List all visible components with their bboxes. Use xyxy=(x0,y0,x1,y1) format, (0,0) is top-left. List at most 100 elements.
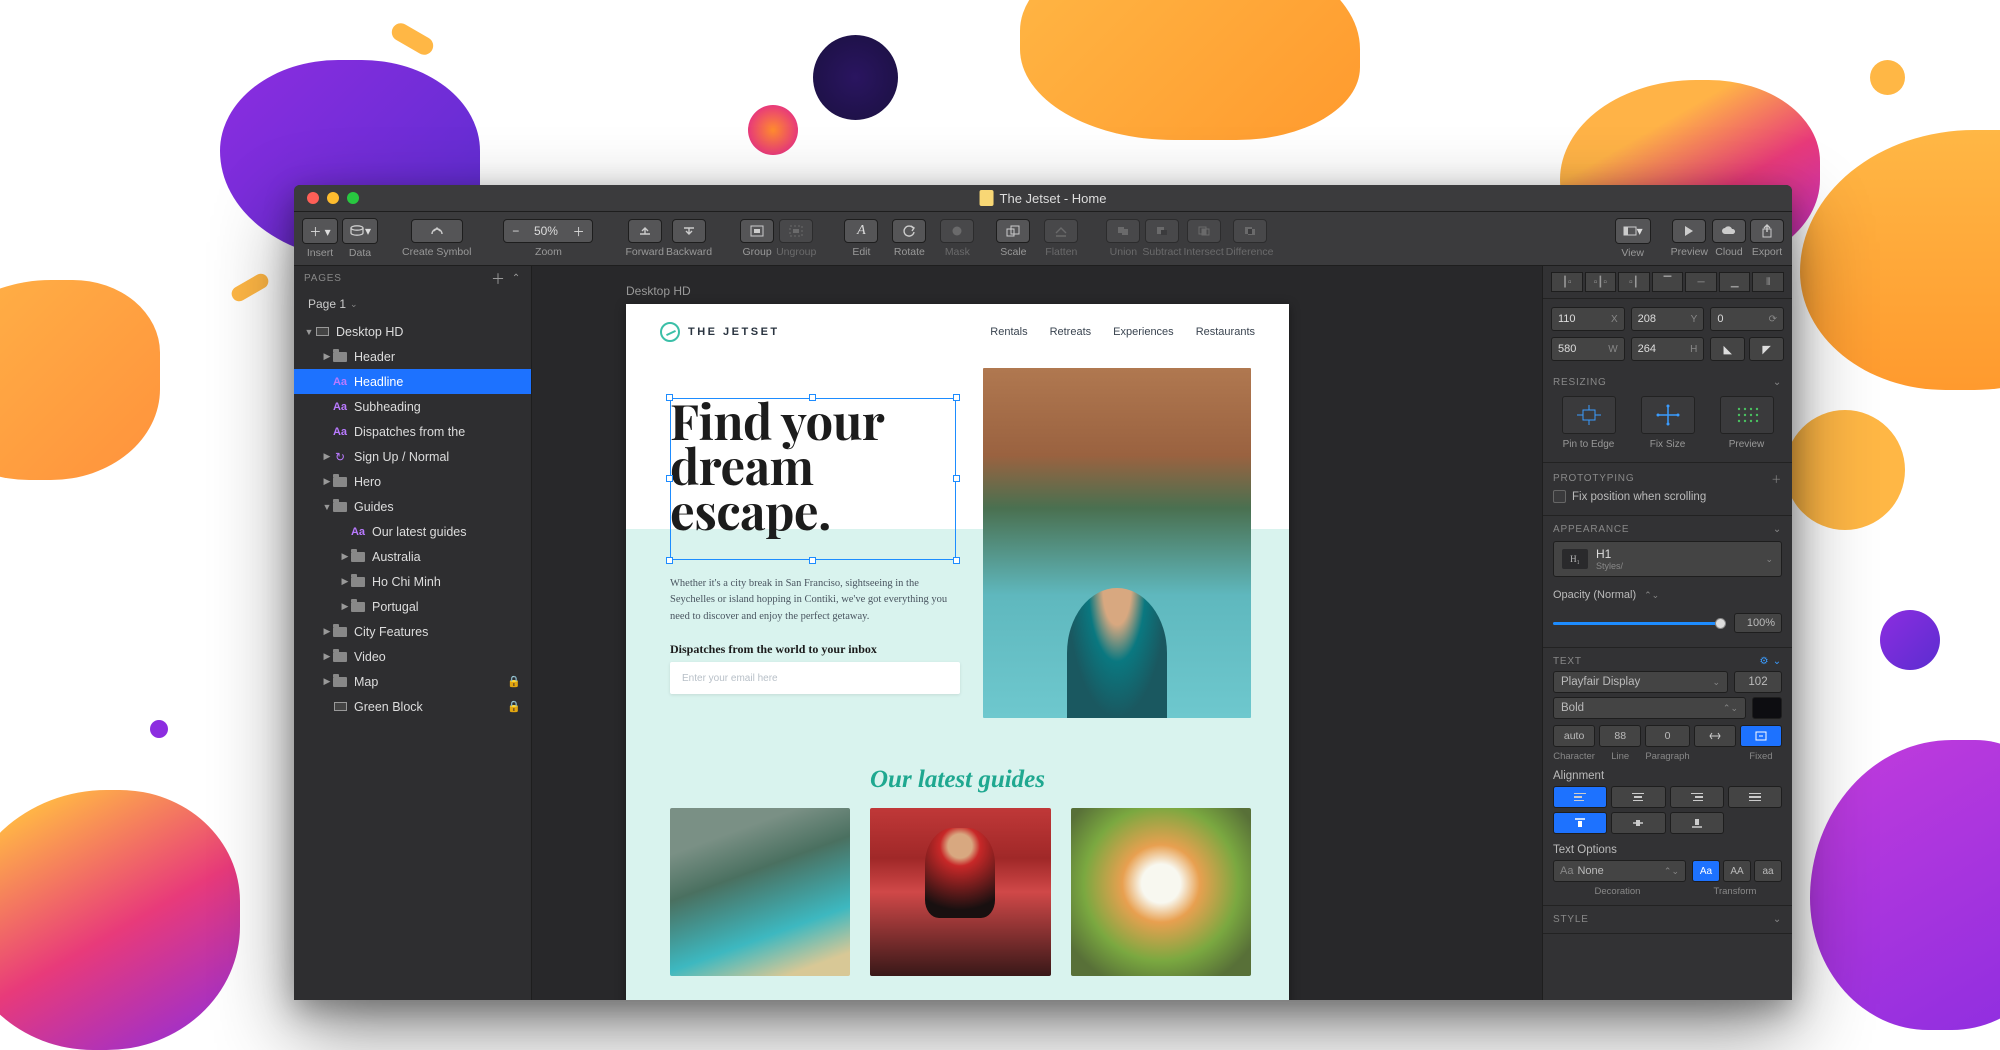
align-right-button[interactable]: ▫┃ xyxy=(1618,272,1650,292)
flatten-button[interactable] xyxy=(1044,219,1078,243)
zoom-control[interactable]: − 50% ＋ xyxy=(503,219,593,243)
forward-button[interactable] xyxy=(628,219,662,243)
scale-button[interactable] xyxy=(996,219,1030,243)
group-button[interactable] xyxy=(740,219,774,243)
chevron-down-icon[interactable]: ⌄ xyxy=(1773,377,1782,388)
lock-icon[interactable]: 🔒 xyxy=(507,675,521,688)
transform-none-button[interactable]: Aa xyxy=(1692,860,1720,882)
resize-handle[interactable] xyxy=(666,557,673,564)
chevron-down-icon[interactable]: ⌄ xyxy=(1773,914,1782,925)
layer-row[interactable]: ▶Australia xyxy=(294,544,531,569)
titlebar[interactable]: The Jetset - Home xyxy=(294,185,1792,212)
text-align-left-button[interactable] xyxy=(1553,786,1607,808)
resize-handle[interactable] xyxy=(809,557,816,564)
page-selector[interactable]: Page 1 ⌄ xyxy=(294,291,531,317)
resize-handle[interactable] xyxy=(953,394,960,401)
decoration-selector[interactable]: AaNone⌃⌄ xyxy=(1553,860,1686,882)
minimize-window-button[interactable] xyxy=(327,192,339,204)
mask-button[interactable] xyxy=(940,219,974,243)
text-align-right-button[interactable] xyxy=(1670,786,1724,808)
height-input[interactable]: 264H xyxy=(1631,337,1705,361)
layer-row[interactable]: ▶Header xyxy=(294,344,531,369)
layer-row[interactable]: Green Block🔒 xyxy=(294,694,531,719)
align-center-h-button[interactable]: ▫┃▫ xyxy=(1585,272,1617,292)
fix-position-checkbox[interactable]: Fix position when scrolling xyxy=(1553,486,1782,507)
distribute-button[interactable]: ⫴ xyxy=(1752,272,1784,292)
add-page-button[interactable]: ＋ xyxy=(491,269,506,289)
artboard-label[interactable]: Desktop HD xyxy=(626,284,691,298)
subtract-button[interactable] xyxy=(1145,219,1179,243)
preview-button[interactable] xyxy=(1672,219,1706,243)
align-bottom-button[interactable]: ▁ xyxy=(1719,272,1751,292)
align-left-button[interactable]: ┃▫ xyxy=(1551,272,1583,292)
union-button[interactable] xyxy=(1106,219,1140,243)
width-input[interactable]: 580W xyxy=(1551,337,1625,361)
transform-upper-button[interactable]: AA xyxy=(1723,860,1751,882)
intersect-button[interactable] xyxy=(1187,219,1221,243)
font-family-selector[interactable]: Playfair Display⌄ xyxy=(1553,671,1728,693)
rotate-button[interactable] xyxy=(892,219,926,243)
font-weight-selector[interactable]: Bold⌃⌄ xyxy=(1553,697,1746,719)
layer-row[interactable]: ▼Desktop HD xyxy=(294,319,531,344)
character-spacing-input[interactable]: auto xyxy=(1553,725,1595,747)
chevron-down-icon[interactable]: ⌄ xyxy=(1773,524,1782,535)
pin-to-edge-button[interactable]: Pin to Edge xyxy=(1553,396,1624,450)
backward-button[interactable] xyxy=(672,219,706,243)
line-height-input[interactable]: 88 xyxy=(1599,725,1641,747)
fix-size-button[interactable]: Fix Size xyxy=(1632,396,1703,450)
gear-icon[interactable]: ⚙ ⌄ xyxy=(1759,656,1782,667)
resize-handle[interactable] xyxy=(809,394,816,401)
layer-row[interactable]: AaHeadline xyxy=(294,369,531,394)
layer-row[interactable]: AaDispatches from the xyxy=(294,419,531,444)
layer-row[interactable]: AaOur latest guides xyxy=(294,519,531,544)
text-style-selector[interactable]: H₁ H1Styles/ ⌄ xyxy=(1553,541,1782,577)
layer-row[interactable]: AaSubheading xyxy=(294,394,531,419)
text-valign-middle-button[interactable] xyxy=(1611,812,1665,834)
layer-row[interactable]: ▶Map🔒 xyxy=(294,669,531,694)
artboard[interactable]: THE JETSET Rentals Retreats Experiences … xyxy=(626,304,1289,1000)
layer-row[interactable]: ▼Guides xyxy=(294,494,531,519)
flip-h-button[interactable]: ◣ xyxy=(1710,337,1745,361)
add-icon[interactable]: ＋ xyxy=(1771,471,1782,486)
view-button[interactable]: ▾ xyxy=(1616,219,1650,243)
text-align-justify-button[interactable] xyxy=(1728,786,1782,808)
canvas[interactable]: Desktop HD THE JETSET Rentals Retreats E… xyxy=(532,266,1542,1000)
text-valign-top-button[interactable] xyxy=(1553,812,1607,834)
resize-handle[interactable] xyxy=(953,557,960,564)
y-input[interactable]: 208Y xyxy=(1631,307,1705,331)
auto-width-button[interactable] xyxy=(1694,725,1736,747)
resize-handle[interactable] xyxy=(666,475,673,482)
text-valign-bottom-button[interactable] xyxy=(1670,812,1724,834)
difference-button[interactable] xyxy=(1233,219,1267,243)
edit-button[interactable]: A xyxy=(844,219,878,243)
selected-layer[interactable]: Find your dream escape. xyxy=(670,398,956,560)
layer-row[interactable]: ▶Portugal xyxy=(294,594,531,619)
pages-collapse-icon[interactable]: ⌃ xyxy=(512,273,521,284)
resize-handle[interactable] xyxy=(953,475,960,482)
layer-row[interactable]: ▶Hero xyxy=(294,469,531,494)
export-button[interactable] xyxy=(1750,219,1784,243)
insert-button[interactable]: ＋ ▾ xyxy=(303,219,337,243)
rotate-input[interactable]: 0⟳ xyxy=(1710,307,1784,331)
font-size-input[interactable]: 102 xyxy=(1734,671,1782,693)
data-button[interactable]: ▾ xyxy=(343,219,377,243)
layer-row[interactable]: ▶↻Sign Up / Normal xyxy=(294,444,531,469)
resize-preview-button[interactable]: Preview xyxy=(1711,396,1782,450)
layer-row[interactable]: ▶Video xyxy=(294,644,531,669)
transform-lower-button[interactable]: aa xyxy=(1754,860,1782,882)
layer-row[interactable]: ▶Ho Chi Minh xyxy=(294,569,531,594)
ungroup-button[interactable] xyxy=(779,219,813,243)
resize-handle[interactable] xyxy=(666,394,673,401)
cloud-button[interactable] xyxy=(1712,219,1746,243)
paragraph-spacing-input[interactable]: 0 xyxy=(1645,725,1689,747)
x-input[interactable]: 110X xyxy=(1551,307,1625,331)
flip-v-button[interactable]: ◤ xyxy=(1749,337,1784,361)
layer-row[interactable]: ▶City Features xyxy=(294,619,531,644)
text-align-center-button[interactable] xyxy=(1611,786,1665,808)
fixed-width-button[interactable] xyxy=(1740,725,1782,747)
close-window-button[interactable] xyxy=(307,192,319,204)
create-symbol-button[interactable] xyxy=(411,219,463,243)
opacity-value[interactable]: 100% xyxy=(1734,613,1782,633)
zoom-window-button[interactable] xyxy=(347,192,359,204)
text-color-swatch[interactable] xyxy=(1752,697,1782,719)
